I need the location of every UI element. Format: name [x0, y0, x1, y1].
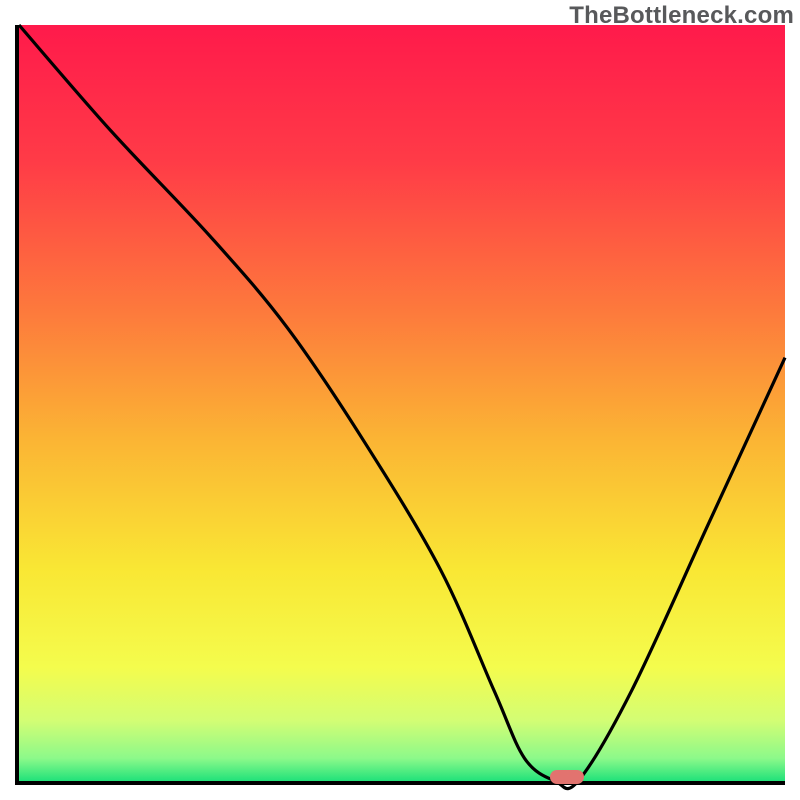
plot-area	[15, 25, 785, 785]
chart-canvas: TheBottleneck.com	[0, 0, 800, 800]
optimal-marker	[550, 770, 584, 784]
bottleneck-curve	[19, 25, 785, 781]
